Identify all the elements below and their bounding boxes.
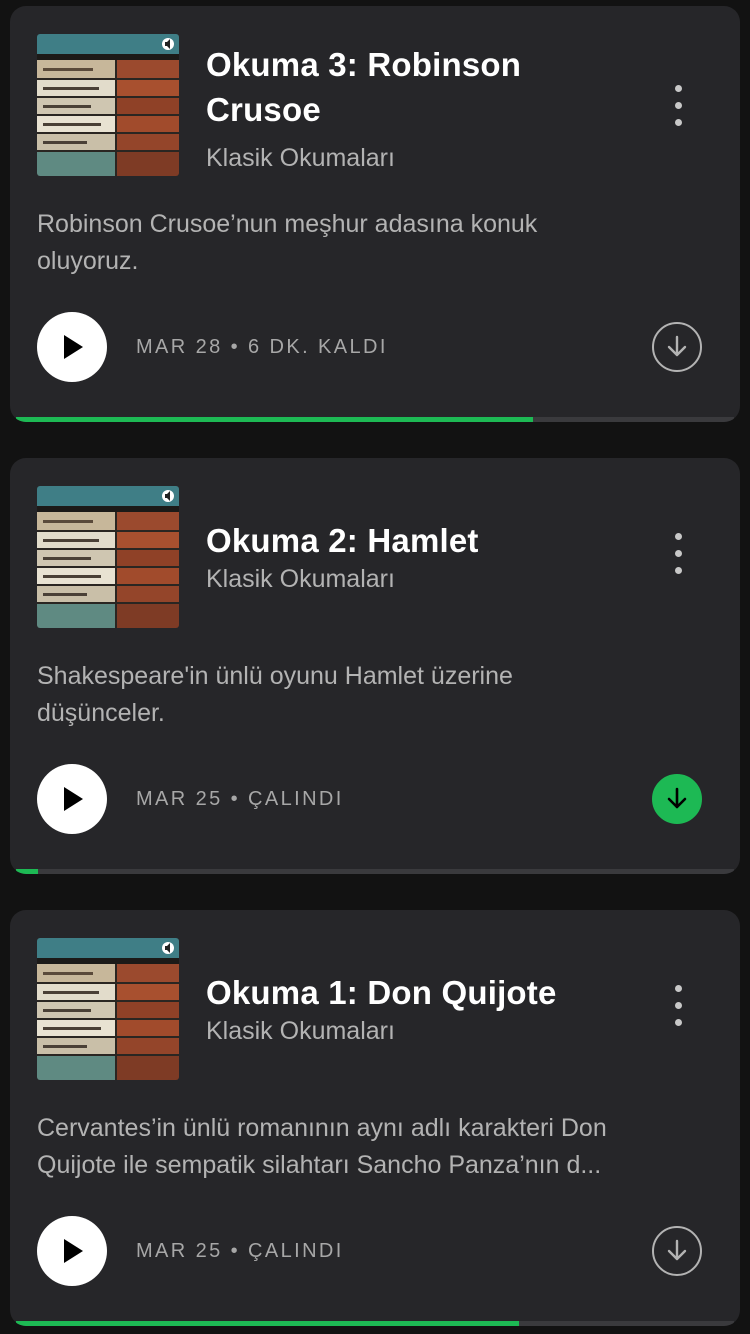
show-name[interactable]: Klasik Okumaları bbox=[206, 1016, 395, 1046]
play-button[interactable] bbox=[37, 1216, 107, 1286]
episode-date: MAR 25 bbox=[136, 788, 223, 810]
more-options-icon-dot bbox=[674, 549, 682, 557]
more-options-icon-dot bbox=[674, 1018, 682, 1026]
more-options-button[interactable] bbox=[670, 84, 686, 136]
episode-status: ÇALINDI bbox=[248, 788, 344, 810]
more-options-button[interactable] bbox=[670, 532, 686, 584]
episode-meta: MAR 28 • 6 DK. KALDI bbox=[136, 334, 388, 360]
meta-separator: • bbox=[230, 1240, 241, 1262]
download-arrow-icon bbox=[667, 1239, 687, 1261]
episode-card[interactable]: Okuma 2: Hamlet Klasik Okumaları Shakesp… bbox=[10, 458, 740, 874]
description-line: Robinson Crusoe’nun meşhur adasına konuk bbox=[37, 210, 538, 238]
play-icon bbox=[64, 787, 83, 811]
episode-title[interactable]: Okuma 1: Don Quijote bbox=[206, 970, 626, 1015]
download-arrow-icon bbox=[667, 335, 687, 357]
book-stack-cover-icon[interactable] bbox=[37, 34, 179, 176]
play-button[interactable] bbox=[37, 764, 107, 834]
episode-card[interactable]: Okuma 3: Robinson Crusoe Klasik Okumalar… bbox=[10, 6, 740, 422]
description-line: Cervantes’in ünlü romanının aynı adlı ka… bbox=[37, 1114, 607, 1142]
episode-status: ÇALINDI bbox=[248, 1240, 344, 1262]
more-options-icon-dot bbox=[674, 118, 682, 126]
progress-track bbox=[16, 1321, 734, 1326]
episode-description: Cervantes’in ünlü romanının aynı adlı ka… bbox=[37, 1110, 717, 1184]
progress-track bbox=[16, 417, 734, 422]
episode-feed: Okuma 3: Robinson Crusoe Klasik Okumalar… bbox=[0, 0, 750, 1334]
episode-date: MAR 28 bbox=[136, 336, 223, 358]
downloaded-button[interactable] bbox=[652, 774, 702, 824]
episode-title[interactable]: Okuma 2: Hamlet bbox=[206, 518, 626, 563]
description-line: oluyoruz. bbox=[37, 247, 139, 275]
episode-card[interactable]: Okuma 1: Don Quijote Klasik Okumaları Ce… bbox=[10, 910, 740, 1326]
book-stack-cover-icon[interactable] bbox=[37, 486, 179, 628]
episode-description: Shakespeare'in ünlü oyunu Hamlet üzerine… bbox=[37, 658, 717, 732]
more-options-icon bbox=[674, 84, 682, 92]
description-line: düşünceler. bbox=[37, 699, 165, 727]
more-options-icon-dot bbox=[674, 566, 682, 574]
episode-description: Robinson Crusoe’nun meşhur adasına konuk… bbox=[37, 206, 717, 280]
book-stack-cover-icon[interactable] bbox=[37, 938, 179, 1080]
more-options-icon-dot bbox=[674, 1001, 682, 1009]
description-line: Shakespeare'in ünlü oyunu Hamlet üzerine bbox=[37, 662, 513, 690]
download-arrow-icon bbox=[667, 787, 687, 809]
show-name[interactable]: Klasik Okumaları bbox=[206, 143, 395, 173]
episode-meta: MAR 25 • ÇALINDI bbox=[136, 786, 344, 812]
meta-separator: • bbox=[230, 336, 241, 358]
download-button[interactable] bbox=[652, 1226, 702, 1276]
progress-fill bbox=[16, 869, 38, 874]
episode-title[interactable]: Okuma 3: Robinson Crusoe bbox=[206, 42, 626, 132]
download-button[interactable] bbox=[652, 322, 702, 372]
show-name[interactable]: Klasik Okumaları bbox=[206, 564, 395, 594]
play-icon bbox=[64, 335, 83, 359]
progress-fill bbox=[16, 1321, 519, 1326]
episode-meta: MAR 25 • ÇALINDI bbox=[136, 1238, 344, 1264]
more-options-icon bbox=[674, 532, 682, 540]
more-options-icon-dot bbox=[674, 101, 682, 109]
progress-fill bbox=[16, 417, 533, 422]
more-options-icon bbox=[674, 984, 682, 992]
progress-track bbox=[16, 869, 734, 874]
play-icon bbox=[64, 1239, 83, 1263]
description-line: Quijote ile sempatik silahtarı Sancho Pa… bbox=[37, 1151, 602, 1179]
episode-status: 6 DK. KALDI bbox=[248, 336, 388, 358]
episode-date: MAR 25 bbox=[136, 1240, 223, 1262]
play-button[interactable] bbox=[37, 312, 107, 382]
more-options-button[interactable] bbox=[670, 984, 686, 1036]
meta-separator: • bbox=[230, 788, 241, 810]
